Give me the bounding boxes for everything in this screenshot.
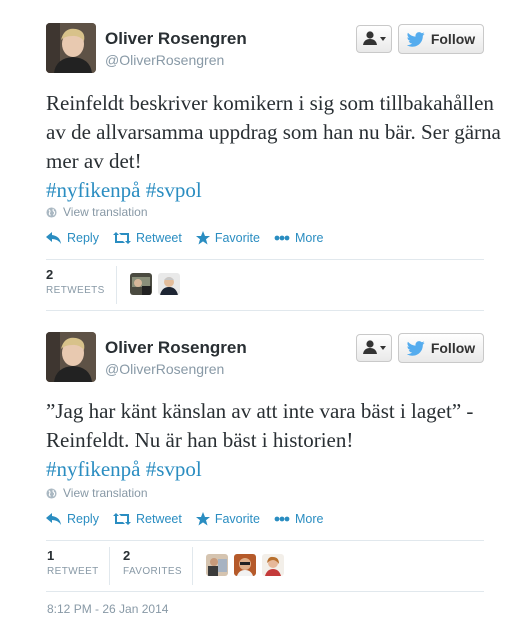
- retweeter-avatar[interactable]: [158, 273, 180, 295]
- retweets-count: 2: [46, 267, 54, 282]
- user-dropdown-icon: [363, 340, 386, 354]
- reply-button[interactable]: Reply: [46, 231, 99, 245]
- retweeter-avatar[interactable]: [130, 273, 152, 295]
- twitter-bird-icon: [406, 340, 425, 356]
- globe-icon: [46, 206, 57, 218]
- more-button[interactable]: More: [274, 512, 323, 526]
- stats-divider: [116, 266, 117, 304]
- tweet-body: Reinfeldt beskriver komikern i sig som t…: [46, 91, 501, 173]
- hashtag-link[interactable]: #svpol: [146, 178, 202, 202]
- more-label: More: [294, 231, 324, 245]
- tweet-stats: 2 RETWEETS: [46, 259, 484, 311]
- reply-label: Reply: [67, 512, 99, 526]
- reply-button[interactable]: Reply: [46, 512, 99, 526]
- twitter-bird-icon: [406, 31, 425, 47]
- favorite-star-icon: [195, 231, 210, 245]
- hashtag-link[interactable]: #nyfikenpå: [46, 178, 140, 202]
- globe-icon: [46, 487, 57, 499]
- follow-button[interactable]: Follow: [398, 333, 484, 363]
- engager-avatar[interactable]: [206, 554, 228, 576]
- author-fullname[interactable]: Oliver Rosengren: [105, 29, 247, 49]
- more-label: More: [294, 512, 324, 526]
- retweets-stat[interactable]: 2 RETWEETS: [46, 267, 105, 296]
- tweet-actions: Reply Retweet Favorite More: [46, 231, 337, 245]
- avatar[interactable]: [46, 23, 96, 73]
- user-actions-dropdown[interactable]: [356, 25, 392, 53]
- more-dots-icon: [274, 516, 290, 522]
- retweet-label: Retweet: [135, 231, 182, 245]
- avatar[interactable]: [46, 332, 96, 382]
- retweet-button[interactable]: Retweet: [112, 231, 182, 245]
- hashtag-link[interactable]: #svpol: [146, 457, 202, 481]
- stats-divider: [109, 547, 110, 585]
- author-fullname[interactable]: Oliver Rosengren: [105, 338, 247, 358]
- stats-divider: [192, 547, 193, 585]
- reply-icon: [46, 513, 61, 525]
- user-actions-dropdown[interactable]: [356, 334, 392, 362]
- favorite-label: Favorite: [214, 512, 260, 526]
- favorites-stat[interactable]: 2 FAVORITES: [123, 548, 182, 577]
- view-translation-label: View translation: [63, 205, 148, 219]
- view-translation-label: View translation: [63, 486, 148, 500]
- tweet-stats: 1 RETWEET 2 FAVORITES: [46, 540, 484, 592]
- reply-icon: [46, 232, 61, 244]
- tweet-body: ”Jag har känt känslan av att inte vara b…: [46, 399, 474, 452]
- retweet-icon: [112, 513, 131, 525]
- retweets-label: RETWEET: [47, 566, 99, 577]
- favorites-label: FAVORITES: [123, 566, 182, 577]
- hashtag-link[interactable]: #nyfikenpå: [46, 457, 140, 481]
- user-dropdown-icon: [363, 31, 386, 45]
- favorite-label: Favorite: [214, 231, 260, 245]
- tweet-actions: Reply Retweet Favorite More: [46, 512, 337, 526]
- tweet-timestamp[interactable]: 8:12 PM - 26 Jan 2014: [47, 602, 168, 616]
- favorite-button[interactable]: Favorite: [195, 231, 260, 245]
- engager-avatar[interactable]: [234, 554, 256, 576]
- author-username[interactable]: @OliverRosengren: [105, 361, 224, 377]
- more-button[interactable]: More: [274, 231, 323, 245]
- retweet-icon: [112, 232, 131, 244]
- follow-button[interactable]: Follow: [398, 24, 484, 54]
- reply-label: Reply: [67, 231, 99, 245]
- retweets-label: RETWEETS: [46, 285, 105, 296]
- author-username[interactable]: @OliverRosengren: [105, 52, 224, 68]
- tweet-text: ”Jag har känt känslan av att inte vara b…: [46, 397, 506, 484]
- favorite-button[interactable]: Favorite: [195, 512, 260, 526]
- view-translation-link[interactable]: View translation: [46, 205, 148, 219]
- retweets-count: 1: [47, 548, 55, 563]
- favorite-star-icon: [195, 512, 210, 526]
- retweet-button[interactable]: Retweet: [112, 512, 182, 526]
- retweets-stat[interactable]: 1 RETWEET: [47, 548, 99, 577]
- follow-label: Follow: [430, 31, 476, 47]
- tweet-text: Reinfeldt beskriver komikern i sig som t…: [46, 89, 506, 205]
- view-translation-link[interactable]: View translation: [46, 486, 148, 500]
- favorites-count: 2: [123, 548, 131, 563]
- more-dots-icon: [274, 235, 290, 241]
- retweet-label: Retweet: [135, 512, 182, 526]
- engager-avatar[interactable]: [262, 554, 284, 576]
- follow-label: Follow: [430, 340, 476, 356]
